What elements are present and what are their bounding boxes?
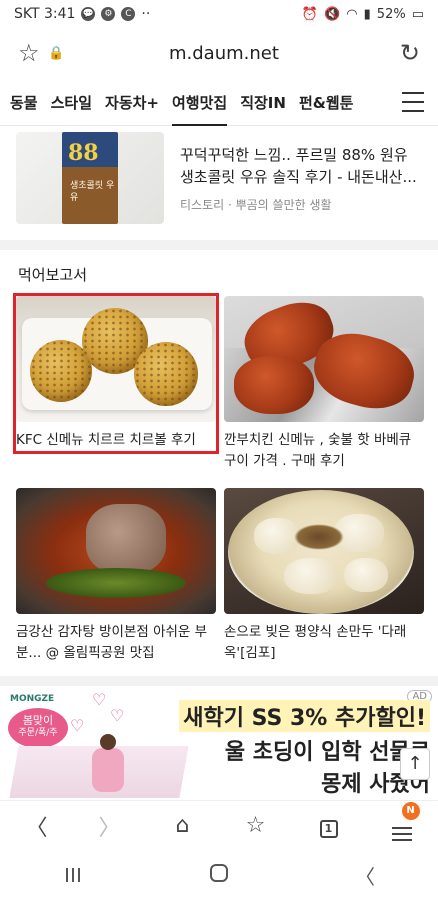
chat-icon: 💬 [81,7,96,21]
wifi-icon: ◠ [346,6,358,22]
browser-toolbar: 〈 〉 ⌂ ☆ 1 N [0,800,438,850]
ad-logo: MONGZE [10,694,55,704]
home-button[interactable] [189,863,249,887]
battery-icon: ▭ [411,6,424,22]
tab-work[interactable]: 직장IN [240,80,286,126]
ad-banner[interactable]: MONGZE 봄맞이 주문/폭/주 ♡ ♡ ♡ AD 새학기 SS 3% 추가할… [0,686,438,798]
heart-icon: ♡ [110,706,125,725]
tab-style[interactable]: 스타일 [51,80,92,126]
alarm-icon: ⏰ [301,6,319,22]
tab-count: 1 [319,820,338,838]
bookmark-star-icon[interactable]: ☆ [236,813,276,838]
menu-icon [391,827,412,841]
card-thumbnail[interactable] [224,488,424,614]
system-back-button[interactable]: 〈 [335,861,395,890]
card-caption[interactable]: 금강산 감자탕 방이본점 아쉬운 부분... @ 올림픽공원 맛집 [16,622,216,664]
battery-level: 52% [376,6,406,22]
ad-child-image [88,734,128,796]
article-title[interactable]: 꾸덕꾸덕한 느낌.. 푸르밀 88% 원유 생초콜릿 우유 솔직 후기 - 내돈… [180,144,424,188]
article-source: 티스토리 · 뿌곰의 쓸만한 생활 [180,198,332,212]
system-navigation: 〈 [0,850,438,900]
card-thumbnail[interactable] [16,488,216,614]
article-thumbnail[interactable]: 88 생초콜릿 우유 [16,132,164,224]
bookmark-star-icon[interactable]: ☆ [18,39,48,67]
tab-fun-webtoon[interactable]: 펀&웹툰 [299,80,353,126]
ad-badge: 봄맞이 주문/폭/주 [8,708,68,748]
settings-icon: ⚙ [101,7,116,21]
food-card-stew[interactable]: 금강산 감자탕 방이본점 아쉬운 부분... @ 올림픽공원 맛집 [16,488,216,664]
status-bar: SKT 3:41 💬 ⚙ C ·· ⏰ 🔇 ◠ ▮ 52% ▭ [0,0,438,28]
card-caption[interactable]: KFC 신메뉴 치르르 치르볼 후기 [16,430,216,451]
top-article[interactable]: 88 생초콜릿 우유 꾸덕꾸덕한 느낌.. 푸르밀 88% 원유 생초콜릿 우유… [16,132,424,228]
card-caption[interactable]: 깐부치킨 신메뉴 , 숯불 핫 바베큐 구이 가격 . 구매 후기 [224,430,424,472]
menu-button[interactable]: N [382,802,422,841]
reload-icon[interactable]: ↻ [400,39,420,67]
card-thumbnail[interactable] [16,296,216,422]
divider [0,240,438,250]
forward-icon[interactable]: 〉 [90,810,130,842]
home-icon[interactable]: ⌂ [163,813,203,838]
food-card-dumpling[interactable]: 손으로 빚은 평양식 손만두 '다래옥'[김포] [224,488,424,664]
section-title: 먹어보고서 [18,266,88,284]
divider [0,676,438,686]
carrier-time: SKT 3:41 [14,6,76,22]
tab-travel-food[interactable]: 여행맛집 [171,80,228,126]
milk-carton-image: 88 생초콜릿 우유 [62,132,118,224]
back-icon[interactable]: 〈 [17,810,57,842]
c-icon: C [121,7,136,21]
card-thumbnail[interactable] [224,296,424,422]
heart-icon: ♡ [92,690,107,709]
food-card-chicken[interactable]: 깐부치킨 신메뉴 , 숯불 핫 바베큐 구이 가격 . 구매 후기 [224,296,424,472]
url-text[interactable]: m.daum.net [72,43,400,64]
signal-icon: ▮ [363,6,371,22]
recent-apps-button[interactable] [43,863,103,887]
more-icon: ·· [141,6,151,22]
scroll-to-top-button[interactable]: ↑ [400,748,430,780]
category-tabs: 동물 스타일 자동차+ 여행맛집 직장IN 펀&웹툰 [0,80,438,126]
mute-icon: 🔇 [324,6,341,22]
heart-icon: ♡ [70,716,85,735]
card-caption[interactable]: 손으로 빚은 평양식 손만두 '다래옥'[김포] [224,622,424,664]
lock-icon: 🔒 [48,45,65,61]
tab-animals[interactable]: 동물 [10,80,38,126]
tabs-button[interactable]: 1 [309,813,349,838]
tab-cars[interactable]: 자동차+ [105,80,159,126]
url-bar: ☆ 🔒 m.daum.net ↻ [0,30,438,76]
ad-headline[interactable]: 새학기 SS 3% 추가할인! [179,700,430,732]
hamburger-menu-icon[interactable] [402,92,424,112]
notification-badge: N [401,802,420,820]
food-card-kfc[interactable]: KFC 신메뉴 치르르 치르볼 후기 [13,293,219,454]
